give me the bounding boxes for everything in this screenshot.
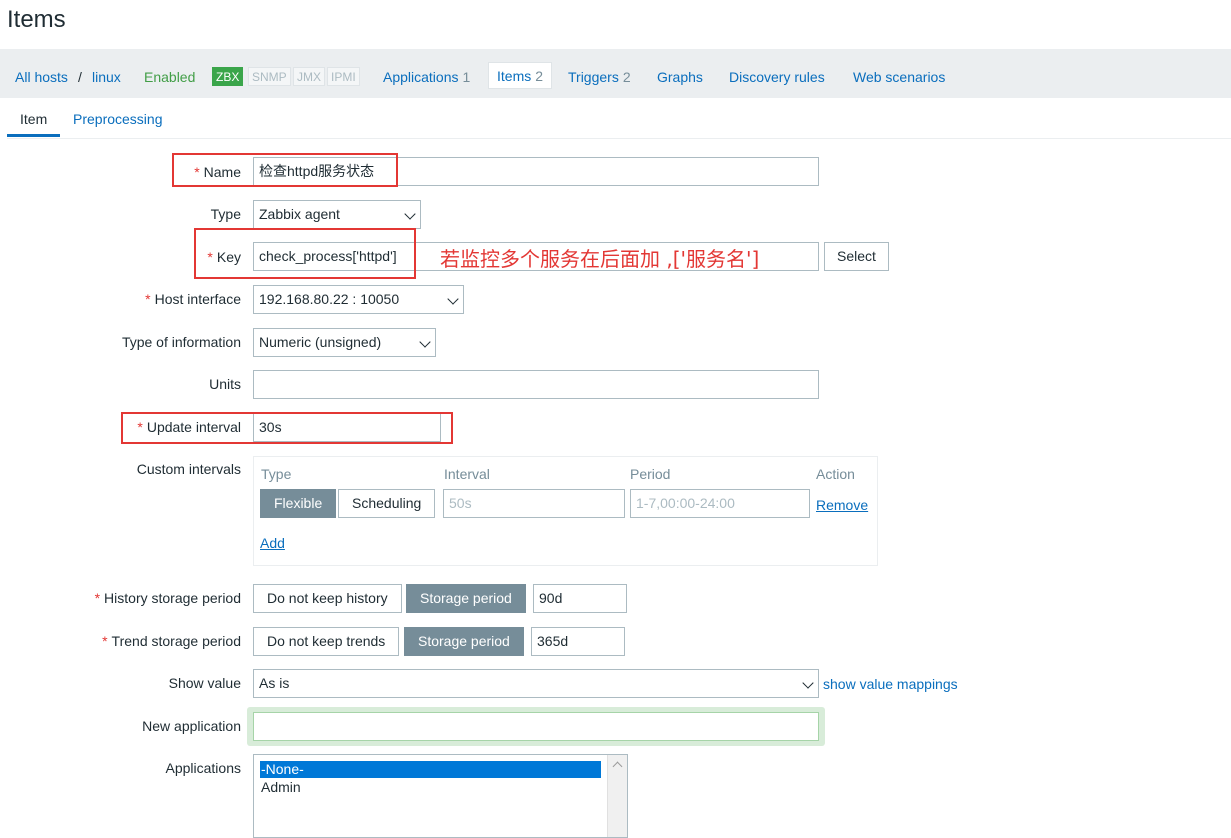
- ipmi-availability-badge: IPMI: [327, 67, 360, 86]
- type-of-information-label: Type of information: [121, 334, 241, 350]
- show-value-mappings-link[interactable]: show value mappings: [823, 676, 958, 692]
- host-status-enabled[interactable]: Enabled: [144, 69, 195, 85]
- do-not-keep-history-button[interactable]: Do not keep history: [253, 584, 402, 613]
- type-label: Type: [210, 206, 241, 222]
- ci-interval-input[interactable]: 50s: [443, 489, 625, 518]
- new-application-label: New application: [142, 718, 241, 734]
- update-interval-label: * Update interval: [137, 419, 241, 435]
- form-tabs: Item Preprocessing: [7, 98, 1231, 139]
- ci-remove-link[interactable]: Remove: [816, 497, 868, 513]
- chevron-down-icon: [419, 336, 431, 348]
- application-option-none[interactable]: -None-: [260, 761, 601, 778]
- tab-preprocessing[interactable]: Preprocessing: [73, 111, 163, 127]
- ci-header-interval: Interval: [444, 466, 490, 482]
- host-interface-label: * Host interface: [145, 291, 241, 307]
- ci-header-type: Type: [261, 466, 292, 482]
- show-value-label: Show value: [168, 675, 241, 691]
- snmp-availability-badge: SNMP: [248, 67, 291, 86]
- ci-header-period: Period: [630, 466, 671, 482]
- ci-period-input[interactable]: 1-7,00:00-24:00: [630, 489, 810, 518]
- chevron-down-icon: [404, 208, 416, 220]
- application-option-admin[interactable]: Admin: [260, 779, 601, 796]
- ci-add-link[interactable]: Add: [260, 535, 285, 551]
- key-label: * Key: [207, 249, 241, 265]
- nav-web-scenarios-link[interactable]: Web scenarios: [853, 69, 945, 85]
- nav-items-label: Items: [497, 68, 532, 84]
- scroll-up-icon[interactable]: [612, 761, 623, 772]
- nav-applications-link[interactable]: Applications 1: [383, 69, 470, 85]
- host-interface-select[interactable]: 192.168.80.22 : 10050: [253, 285, 464, 314]
- ci-header-action: Action: [816, 466, 855, 482]
- nav-all-hosts-link[interactable]: All hosts: [15, 69, 68, 85]
- history-storage-input[interactable]: 90d: [533, 584, 627, 613]
- host-navigation: All hosts / linux Enabled ZBX SNMP JMX I…: [0, 49, 1231, 98]
- nav-items-count: 2: [535, 68, 544, 84]
- ci-type-scheduling-button[interactable]: Scheduling: [338, 489, 436, 518]
- do-not-keep-trends-button[interactable]: Do not keep trends: [253, 627, 400, 656]
- trend-storage-label: * Trend storage period: [102, 633, 241, 649]
- units-input[interactable]: [253, 370, 819, 399]
- nav-applications-count: 1: [462, 69, 471, 85]
- history-storage-period-button[interactable]: Storage period: [406, 584, 526, 613]
- new-application-input[interactable]: [253, 712, 819, 741]
- key-select-button[interactable]: Select: [824, 242, 889, 271]
- nav-triggers-link[interactable]: Triggers 2: [568, 69, 631, 85]
- name-label: * Name: [194, 164, 241, 180]
- ci-type-flexible-button[interactable]: Flexible: [260, 489, 337, 518]
- nav-triggers-count: 2: [622, 69, 631, 85]
- jmx-availability-badge: JMX: [293, 67, 325, 86]
- chevron-down-icon: [447, 293, 459, 305]
- nav-graphs-link[interactable]: Graphs: [657, 69, 703, 85]
- units-label: Units: [209, 376, 241, 392]
- key-annotation-text: 若监控多个服务在后面加 ,['服务名']: [440, 247, 760, 271]
- nav-discovery-rules-link[interactable]: Discovery rules: [729, 69, 825, 85]
- nav-host-link[interactable]: linux: [92, 69, 121, 85]
- nav-applications-label: Applications: [383, 69, 459, 85]
- applications-label: Applications: [165, 760, 242, 776]
- listbox-scrollbar[interactable]: [607, 755, 627, 837]
- trend-storage-input[interactable]: 365d: [531, 627, 625, 656]
- custom-intervals-label: Custom intervals: [136, 461, 241, 477]
- custom-intervals-table: Type Interval Period Action Flexible Sch…: [253, 456, 878, 566]
- type-select[interactable]: Zabbix agent: [253, 200, 421, 229]
- active-tab-indicator: [7, 134, 60, 137]
- trend-storage-period-button[interactable]: Storage period: [404, 627, 524, 656]
- show-value-select[interactable]: As is: [253, 669, 819, 698]
- nav-items-tab[interactable]: Items 2: [488, 62, 553, 89]
- nav-triggers-label: Triggers: [568, 69, 619, 85]
- zbx-availability-badge: ZBX: [212, 67, 244, 86]
- chevron-down-icon: [802, 677, 814, 689]
- history-storage-label: * History storage period: [94, 590, 241, 606]
- applications-listbox[interactable]: -None- Admin: [253, 754, 628, 838]
- page-title: Items: [7, 6, 66, 33]
- breadcrumb-separator: /: [78, 69, 82, 85]
- update-interval-input[interactable]: 30s: [253, 413, 441, 442]
- name-input[interactable]: 检查httpd服务状态: [253, 157, 819, 186]
- tab-item[interactable]: Item: [20, 111, 47, 127]
- type-of-information-select[interactable]: Numeric (unsigned): [253, 328, 436, 357]
